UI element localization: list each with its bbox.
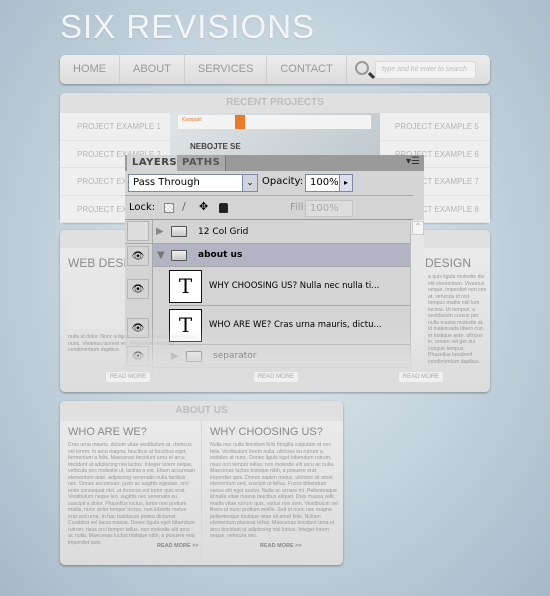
opacity-slider-arrow-icon[interactable]: ▸ [339, 175, 352, 191]
lock-transparent-icon[interactable] [164, 203, 174, 213]
layer-row-who-are-we[interactable]: T WHO ARE WE? Cras urna mauris, dictu... [169, 306, 410, 345]
why-choosing-us-title: WHY CHOOSING US? [210, 426, 323, 438]
layers-scrollbar[interactable]: ⌃ [410, 220, 424, 380]
service-text: a quis ligula molestie dui elit elementu… [428, 274, 487, 365]
layer-name: about us [198, 250, 243, 260]
visibility-toggle[interactable] [127, 221, 149, 241]
nav-about[interactable]: ABOUT [120, 55, 185, 84]
recent-projects-heading: RECENT PROJECTS [60, 93, 490, 113]
layer-row-why-choosing-us[interactable]: T WHY CHOOSING US? Nulla nec nulla ti... [169, 267, 410, 306]
lock-all-icon[interactable] [219, 203, 228, 213]
folder-icon [171, 226, 187, 237]
eye-icon[interactable]: 👁 [127, 318, 149, 338]
shot-logo: Kompakt [182, 117, 202, 123]
search-input[interactable]: type and hit enter to search [375, 61, 476, 79]
text-layer-thumb: T [169, 308, 202, 342]
nav-services[interactable]: SERVICES [185, 55, 268, 84]
collapse-arrow-icon[interactable]: ▼ [157, 250, 165, 261]
why-choosing-us-text: Nulla nec nulla tincidunt felis fringill… [210, 442, 338, 539]
layer-name: WHO ARE WE? Cras urna mauris, dictu... [209, 320, 382, 330]
folder-icon [171, 249, 187, 261]
fill-value: 100% [310, 203, 339, 214]
expand-arrow-icon[interactable]: ▶ [156, 226, 164, 237]
tab-layers[interactable]: LAYERS [127, 155, 183, 171]
layer-row-about-us[interactable]: ▼ about us [153, 244, 410, 267]
layer-name: 12 Col Grid [198, 226, 249, 237]
expand-arrow-icon[interactable]: ▶ [171, 351, 179, 362]
read-more-link[interactable]: READ MORE >> [260, 543, 302, 549]
nav-home[interactable]: HOME [60, 55, 120, 84]
chevron-down-icon[interactable]: ⌄ [242, 175, 257, 191]
scroll-up-icon[interactable]: ⌃ [412, 221, 424, 235]
fill-input[interactable]: 100% [305, 200, 353, 217]
text-layer-thumb: T [169, 269, 202, 303]
opacity-input[interactable]: 100% ▸ [305, 174, 353, 192]
nav-contact[interactable]: CONTACT [267, 55, 347, 84]
opacity-value: 100% [310, 177, 339, 188]
layer-row-12-col-grid[interactable]: ▶ 12 Col Grid [125, 220, 410, 244]
eye-icon[interactable]: 👁 [127, 279, 149, 299]
lock-label: Lock: [129, 202, 156, 213]
opacity-label: Opacity: [262, 176, 304, 187]
who-are-we-title: WHO ARE WE? [68, 426, 147, 438]
lock-paint-icon[interactable]: ∕ [182, 200, 186, 213]
layers-panel: LAYERS PATHS ▾☰ Pass Through ⌄ Opacity: … [125, 155, 424, 380]
panel-tabs: LAYERS PATHS ▾☰ [125, 155, 424, 171]
project-link[interactable]: PROJECT EXAMPLE 5 [380, 113, 490, 141]
folder-icon [186, 350, 202, 362]
shot-headline: NEBOJTE SE [190, 142, 241, 151]
tab-paths[interactable]: PATHS [177, 155, 227, 171]
panel-menu-icon[interactable]: ▾☰ [406, 156, 420, 167]
who-are-we-text: Cras urna mauris, dictum vitae vestibulu… [68, 442, 195, 546]
blend-mode-value: Pass Through [133, 177, 200, 188]
about-us-heading: ABOUT US [60, 401, 343, 421]
layer-name: separator [213, 351, 257, 361]
eye-icon[interactable]: 👁 [127, 346, 149, 366]
lock-move-icon[interactable]: ✥ [199, 200, 208, 213]
blend-mode-select[interactable]: Pass Through ⌄ [128, 174, 258, 192]
project-link[interactable]: PROJECT EXAMPLE 1 [60, 113, 170, 141]
service-heading: DESIGN [425, 256, 472, 270]
about-us-section: ABOUT US WHO ARE WE? Cras urna mauris, d… [60, 401, 343, 565]
layer-row-separator[interactable]: ▶ separator [153, 345, 410, 368]
read-more-link[interactable]: READ MORE >> [157, 543, 199, 549]
layer-name: WHY CHOOSING US? Nulla nec nulla ti... [209, 281, 380, 291]
site-title: SIX REVISIONS [60, 8, 316, 45]
eye-icon[interactable]: 👁 [127, 246, 149, 266]
search-icon[interactable] [355, 61, 369, 75]
